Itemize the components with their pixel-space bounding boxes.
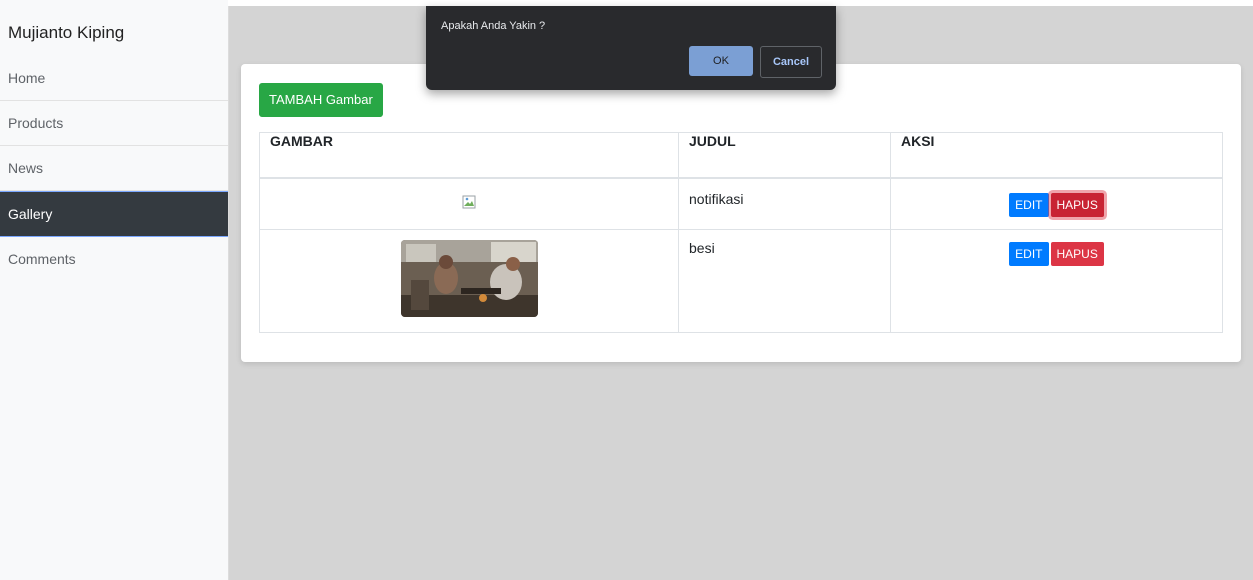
table-header-row: GAMBAR JUDUL AKSI <box>259 132 1223 179</box>
image-cell <box>259 177 679 230</box>
table-row: notifikasi EDIT HAPUS <box>259 177 1223 230</box>
title-cell: notifikasi <box>678 177 891 230</box>
add-image-button[interactable]: TAMBAH Gambar <box>259 83 383 117</box>
sidebar: Mujianto Kiping Home Products News Galle… <box>0 0 229 580</box>
delete-button[interactable]: HAPUS <box>1050 193 1104 217</box>
sidebar-item-products[interactable]: Products <box>0 101 228 146</box>
sidebar-item-gallery[interactable]: Gallery <box>0 191 228 237</box>
confirm-dialog: Apakah Anda Yakin ? OK Cancel <box>426 6 836 90</box>
header-judul: JUDUL <box>678 132 891 179</box>
cancel-button[interactable]: Cancel <box>760 46 822 78</box>
header-gambar: GAMBAR <box>259 132 679 179</box>
header-aksi: AKSI <box>890 132 1223 179</box>
action-cell: EDIT HAPUS <box>890 229 1223 333</box>
dialog-message: Apakah Anda Yakin ? <box>441 20 546 32</box>
action-cell: EDIT HAPUS <box>890 177 1223 230</box>
workshop-photo <box>400 240 538 317</box>
sidebar-item-home[interactable]: Home <box>0 56 228 101</box>
ok-button[interactable]: OK <box>689 46 753 76</box>
brand-title[interactable]: Mujianto Kiping <box>0 0 228 56</box>
title-cell: besi <box>678 229 891 333</box>
edit-button[interactable]: EDIT <box>1009 242 1049 266</box>
table-row: besi EDIT HAPUS <box>259 229 1223 333</box>
gallery-card: TAMBAH Gambar GAMBAR JUDUL AKSI notifika… <box>241 64 1241 362</box>
delete-button[interactable]: HAPUS <box>1050 242 1104 266</box>
sidebar-item-comments[interactable]: Comments <box>0 237 228 281</box>
gallery-table: GAMBAR JUDUL AKSI notifikasi EDIT HAPUS … <box>259 132 1223 333</box>
sidebar-item-news[interactable]: News <box>0 146 228 191</box>
image-cell <box>259 229 679 333</box>
edit-button[interactable]: EDIT <box>1009 193 1049 217</box>
broken-image-icon <box>462 195 476 209</box>
